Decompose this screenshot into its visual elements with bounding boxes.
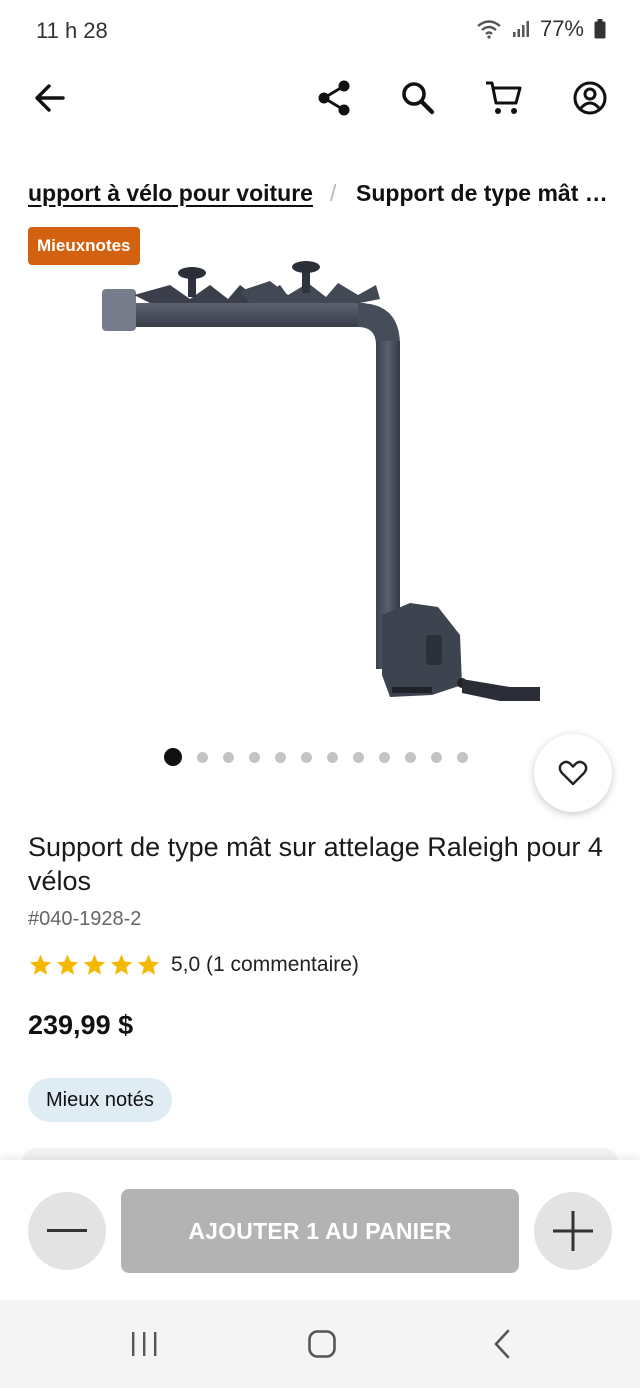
- chevron-left-icon: [494, 1329, 510, 1359]
- rating-row[interactable]: 5,0 (1 commentaire): [28, 951, 359, 979]
- star-icon: [137, 954, 160, 975]
- star-icon: [110, 954, 133, 975]
- wifi-icon: [477, 20, 501, 39]
- breadcrumb-current: Support de type mât sur attelage Raleigh…: [356, 180, 612, 206]
- carousel-dot[interactable]: [249, 751, 260, 763]
- share-icon: [318, 80, 350, 116]
- carousel-dot-active[interactable]: [164, 748, 182, 766]
- product-sku: #040-1928-2: [28, 908, 142, 930]
- carousel-dot[interactable]: [197, 751, 208, 763]
- recent-apps-icon: [132, 1332, 157, 1356]
- system-back-button[interactable]: [472, 1320, 532, 1368]
- account-button[interactable]: [566, 74, 614, 122]
- recent-apps-button[interactable]: [114, 1320, 174, 1368]
- back-button[interactable]: [26, 74, 74, 122]
- star-icon: [83, 954, 106, 975]
- product-title: Support de type mât sur attelage Raleigh…: [28, 832, 603, 896]
- carousel-dot[interactable]: [275, 751, 286, 763]
- breadcrumb-parent-link[interactable]: upport à vélo pour voiture: [28, 180, 313, 207]
- search-icon: [402, 82, 435, 115]
- battery-percent: 77%: [539, 16, 584, 41]
- search-button[interactable]: [394, 74, 442, 122]
- increase-quantity-button[interactable]: [534, 1192, 612, 1270]
- system-navigation-bar: [0, 1300, 640, 1388]
- plus-icon: [553, 1211, 593, 1251]
- product-price: 239,99 $: [28, 1010, 134, 1040]
- rating-stars: [28, 953, 161, 977]
- home-icon: [308, 1330, 336, 1358]
- signal-icon: [512, 21, 529, 37]
- minus-icon: [47, 1229, 87, 1232]
- add-to-wishlist-button[interactable]: [534, 734, 612, 812]
- carousel-dot[interactable]: [457, 751, 468, 763]
- back-arrow-icon: [35, 84, 65, 112]
- status-icons: 77%: [476, 16, 606, 42]
- carousel-dot[interactable]: [223, 751, 234, 763]
- carousel-dot[interactable]: [431, 751, 442, 763]
- product-image[interactable]: [90, 255, 560, 715]
- home-button[interactable]: [292, 1320, 352, 1368]
- breadcrumb: upport à vélo pour voiture / Support de …: [0, 178, 640, 214]
- battery-icon: [594, 19, 606, 39]
- star-icon: [29, 954, 52, 975]
- account-icon: [573, 81, 607, 115]
- star-icon: [56, 954, 79, 975]
- image-carousel-indicator: [164, 747, 468, 767]
- share-button[interactable]: [310, 74, 358, 122]
- bike-rack-image: [102, 261, 540, 701]
- cart-button[interactable]: [480, 74, 528, 122]
- top-rated-tag: Mieux notés: [28, 1078, 172, 1122]
- carousel-dot[interactable]: [327, 751, 338, 763]
- carousel-dot[interactable]: [353, 751, 364, 763]
- heart-icon: [558, 760, 588, 786]
- status-time: 11 h 28: [36, 18, 108, 43]
- cart-icon: [486, 81, 522, 114]
- carousel-dot[interactable]: [405, 751, 416, 763]
- decrease-quantity-button[interactable]: [28, 1192, 106, 1270]
- carousel-dot[interactable]: [301, 751, 312, 763]
- add-to-cart-button[interactable]: AJOUTER 1 AU PANIER: [121, 1189, 519, 1273]
- breadcrumb-separator: /: [330, 180, 337, 206]
- rating-text[interactable]: 5,0 (1 commentaire): [171, 953, 359, 977]
- carousel-dot[interactable]: [379, 751, 390, 763]
